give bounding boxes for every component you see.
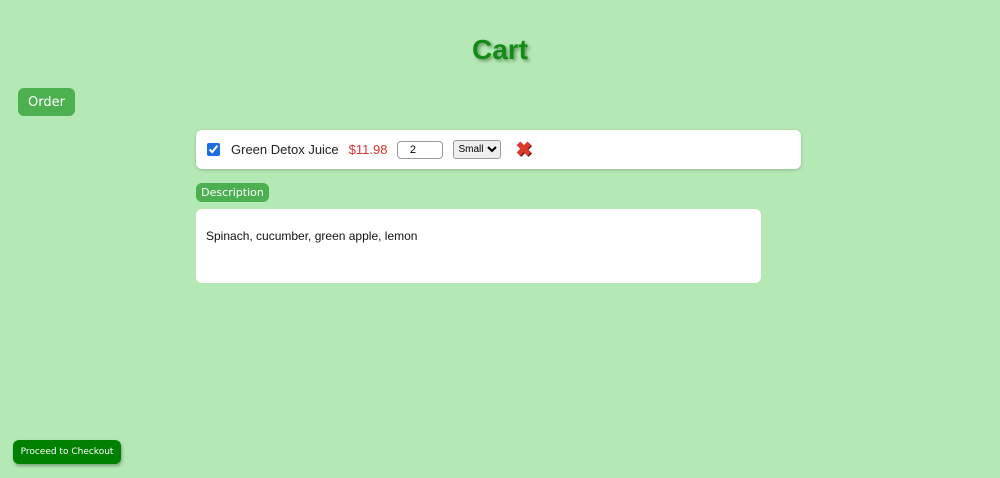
order-button[interactable]: Order [18,88,75,116]
item-price: $11.98 [348,142,388,157]
item-name: Green Detox Juice [231,142,339,157]
quantity-stepper[interactable] [397,140,444,159]
description-panel: Spinach, cucumber, green apple, lemon [196,209,761,283]
remove-item-x-icon[interactable]: ✖ [515,140,532,160]
cart-item: Green Detox Juice $11.98 Small ✖ [196,130,801,169]
page-title: Cart [471,34,528,65]
description-toggle-button[interactable]: Description [196,183,269,202]
item-select-checkbox[interactable] [207,143,220,156]
size-select[interactable]: Small [453,140,502,159]
proceed-to-checkout-button[interactable]: Proceed to Checkout [13,440,121,464]
